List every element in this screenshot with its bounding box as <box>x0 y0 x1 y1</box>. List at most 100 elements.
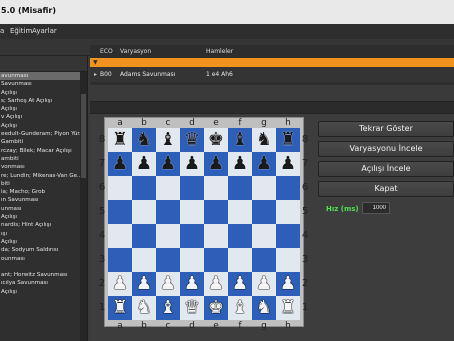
square-g2[interactable]: ♟ <box>252 272 276 296</box>
square-e6[interactable] <box>204 176 228 200</box>
square-b4[interactable] <box>132 224 156 248</box>
black-pawn-icon[interactable]: ♟ <box>208 155 224 173</box>
white-bishop-icon[interactable]: ♝ <box>232 299 248 317</box>
black-queen-icon[interactable]: ♛ <box>184 131 200 149</box>
black-pawn-icon[interactable]: ♟ <box>160 155 176 173</box>
opening-list-item[interactable]: s; Sarhoş At Açılışı <box>0 97 80 105</box>
square-g7[interactable]: ♟ <box>252 152 276 176</box>
square-d3[interactable] <box>180 248 204 272</box>
square-d1[interactable]: ♛ <box>180 296 204 320</box>
square-f6[interactable] <box>228 176 252 200</box>
square-c4[interactable] <box>156 224 180 248</box>
white-pawn-icon[interactable]: ♟ <box>256 275 272 293</box>
opening-list-item[interactable]: eedult-Gunderam; Piyon Yür... <box>0 130 80 138</box>
inspect-opening-button[interactable]: Açılışı İncele <box>318 161 454 177</box>
square-b3[interactable] <box>132 248 156 272</box>
square-f4[interactable] <box>228 224 252 248</box>
square-a4[interactable] <box>108 224 132 248</box>
square-g1[interactable]: ♞ <box>252 296 276 320</box>
square-e7[interactable]: ♟ <box>204 152 228 176</box>
white-pawn-icon[interactable]: ♟ <box>232 275 248 293</box>
square-h4[interactable] <box>276 224 300 248</box>
filter-row[interactable]: ▼ <box>90 58 454 67</box>
opening-list-item[interactable]: Açılışı <box>0 288 80 296</box>
white-pawn-icon[interactable]: ♟ <box>136 275 152 293</box>
square-h7[interactable]: ♟ <box>276 152 300 176</box>
square-g6[interactable] <box>252 176 276 200</box>
opening-list-item[interactable]: ia; Macho; Grob <box>0 188 80 196</box>
white-knight-icon[interactable]: ♞ <box>136 299 152 317</box>
square-c1[interactable]: ♝ <box>156 296 180 320</box>
black-rook-icon[interactable]: ♜ <box>112 131 128 149</box>
opening-list-item[interactable]: rczay; Bilek; Macar Açılışı <box>0 147 80 155</box>
opening-list-item[interactable]: da; Sodyum Saldırısı <box>0 246 80 254</box>
square-a7[interactable]: ♟ <box>108 152 132 176</box>
black-pawn-icon[interactable]: ♟ <box>136 155 152 173</box>
menu-item-training[interactable]: Eğitim <box>10 24 32 39</box>
opening-list-item[interactable]: vonması <box>0 163 80 171</box>
opening-list-item[interactable]: Gambiti <box>0 138 80 146</box>
square-c5[interactable] <box>156 200 180 224</box>
filter-icon[interactable]: ▼ <box>93 58 98 67</box>
square-f5[interactable] <box>228 200 252 224</box>
square-h6[interactable] <box>276 176 300 200</box>
opening-list-item[interactable]: Açılışı <box>0 89 80 97</box>
square-b6[interactable] <box>132 176 156 200</box>
menu-item-settings[interactable]: Ayarlar <box>32 24 57 39</box>
opening-list-item[interactable]: re; Lundin; Mikenas-Van Ge... <box>0 172 80 180</box>
square-c6[interactable] <box>156 176 180 200</box>
opening-list-item[interactable]: ın Savunması <box>0 196 80 204</box>
opening-list-item[interactable]: Savunması <box>0 80 80 88</box>
square-d7[interactable]: ♟ <box>180 152 204 176</box>
opening-list-item[interactable]: ıcılya Savunması <box>0 279 80 287</box>
opening-list-item[interactable]: avunması <box>0 72 80 81</box>
opening-list-item[interactable]: ışı <box>0 230 80 238</box>
square-b7[interactable]: ♟ <box>132 152 156 176</box>
square-h1[interactable]: ♜ <box>276 296 300 320</box>
square-a1[interactable]: ♜ <box>108 296 132 320</box>
square-a3[interactable] <box>108 248 132 272</box>
square-h5[interactable] <box>276 200 300 224</box>
square-f1[interactable]: ♝ <box>228 296 252 320</box>
opening-list-item[interactable]: Açılışı <box>0 213 80 221</box>
menu-item-file[interactable]: a <box>0 24 4 39</box>
square-c2[interactable]: ♟ <box>156 272 180 296</box>
square-a8[interactable]: ♜ <box>108 128 132 152</box>
square-b8[interactable]: ♞ <box>132 128 156 152</box>
black-pawn-icon[interactable]: ♟ <box>184 155 200 173</box>
square-h3[interactable] <box>276 248 300 272</box>
black-pawn-icon[interactable]: ♟ <box>112 155 128 173</box>
opening-list-item[interactable]: nardis; Hint Açılışı <box>0 221 80 229</box>
speed-input[interactable] <box>362 202 390 214</box>
white-pawn-icon[interactable]: ♟ <box>112 275 128 293</box>
black-knight-icon[interactable]: ♞ <box>136 131 152 149</box>
inspect-variation-button[interactable]: Varyasyonu İncele <box>318 141 454 157</box>
square-e2[interactable]: ♟ <box>204 272 228 296</box>
square-e8[interactable]: ♚ <box>204 128 228 152</box>
white-knight-icon[interactable]: ♞ <box>256 299 272 317</box>
black-pawn-icon[interactable]: ♟ <box>280 155 296 173</box>
close-button[interactable]: Kapat <box>318 181 454 197</box>
square-f7[interactable]: ♟ <box>228 152 252 176</box>
white-bishop-icon[interactable]: ♝ <box>160 299 176 317</box>
square-c7[interactable]: ♟ <box>156 152 180 176</box>
replay-button[interactable]: Tekrar Göster <box>318 121 454 137</box>
opening-list-item[interactable]: ounması <box>0 255 80 263</box>
opening-list-item[interactable]: biti <box>0 180 80 188</box>
opening-list-item[interactable]: v Açılışı <box>0 113 80 121</box>
black-king-icon[interactable]: ♚ <box>208 131 224 149</box>
white-queen-icon[interactable]: ♛ <box>184 299 200 317</box>
opening-list-item[interactable]: ant; Horwitz Savunması <box>0 271 80 279</box>
opening-list-item[interactable]: ambiti <box>0 155 80 163</box>
square-e4[interactable] <box>204 224 228 248</box>
white-rook-icon[interactable]: ♜ <box>112 299 128 317</box>
square-g4[interactable] <box>252 224 276 248</box>
black-bishop-icon[interactable]: ♝ <box>160 131 176 149</box>
white-pawn-icon[interactable]: ♟ <box>280 275 296 293</box>
square-g5[interactable] <box>252 200 276 224</box>
square-e1[interactable]: ♚ <box>204 296 228 320</box>
square-f2[interactable]: ♟ <box>228 272 252 296</box>
square-b2[interactable]: ♟ <box>132 272 156 296</box>
opening-list-item[interactable]: Açılışı <box>0 105 80 113</box>
opening-list-scrollbar[interactable] <box>80 72 87 341</box>
